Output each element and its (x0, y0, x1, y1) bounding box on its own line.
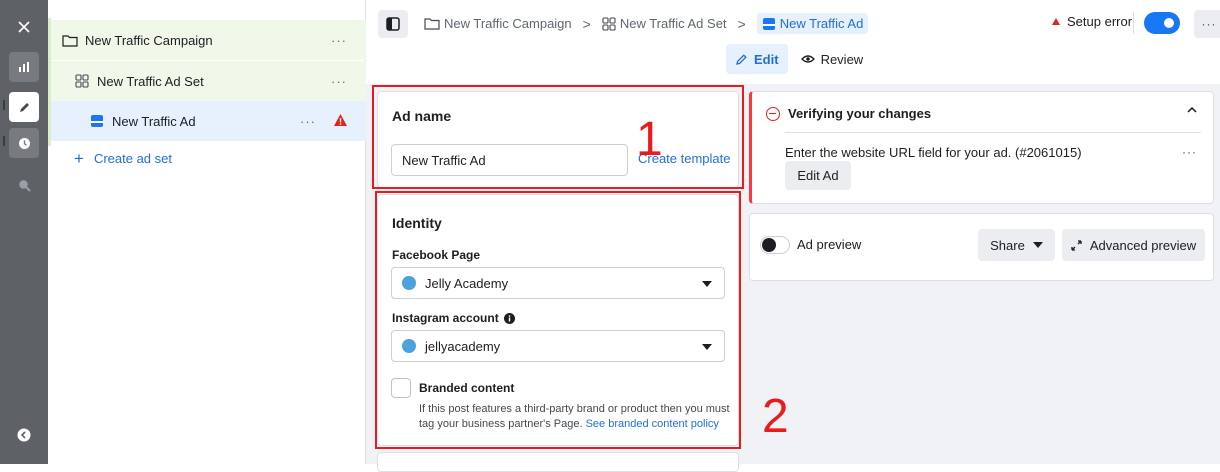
folder-icon (424, 17, 440, 30)
publish-toggle[interactable] (1144, 12, 1180, 34)
pencil-icon (735, 53, 748, 66)
ad-icon (88, 112, 106, 130)
verification-panel: Verifying your changes Enter the website… (749, 91, 1214, 204)
more-options-button[interactable]: ··· (1194, 10, 1220, 38)
tab-label: Edit (754, 51, 779, 67)
overview-chart-icon[interactable] (9, 52, 39, 82)
history-clock-icon[interactable] (9, 128, 39, 158)
more-options-icon[interactable]: ··· (331, 74, 347, 89)
grid-adset-icon (73, 72, 91, 90)
sidebar-toggle-button[interactable] (378, 10, 408, 38)
grid-adset-icon (602, 16, 616, 31)
setup-error-label: Setup error (1067, 14, 1133, 29)
share-button[interactable]: Share (978, 229, 1055, 261)
warning-icon (333, 113, 348, 127)
tree-item-campaign[interactable]: New Traffic Campaign ··· (51, 20, 366, 60)
tab-label: Review (820, 51, 864, 67)
chevron-right-icon: > (737, 15, 746, 32)
verification-message: Enter the website URL field for your ad.… (785, 145, 1082, 160)
more-options-icon[interactable]: ··· (300, 114, 316, 129)
ad-preview-panel: Ad preview Share Advanced preview (749, 213, 1214, 281)
mode-tabs: Edit Review (726, 44, 876, 74)
rail-handle-2 (3, 136, 5, 146)
share-label: Share (990, 237, 1025, 253)
tree-item-ad[interactable]: New Traffic Ad ··· (51, 101, 366, 141)
warning-triangle-icon (1052, 18, 1060, 25)
ad-preview-label: Ad preview (797, 237, 862, 252)
rail-resize-handle[interactable] (3, 100, 5, 110)
campaign-tree-panel: New Traffic Campaign ··· New Traffic Ad … (48, 0, 366, 464)
create-adset-label: Create ad set (93, 151, 172, 166)
edit-ad-button[interactable]: Edit Ad (785, 161, 851, 190)
more-options-icon[interactable]: ··· (331, 33, 347, 48)
plus-icon: + (74, 149, 84, 168)
breadcrumb: New Traffic Campaign > New Traffic Ad Se… (424, 13, 869, 34)
top-bar: New Traffic Campaign > New Traffic Ad Se… (366, 0, 1220, 84)
tree-item-adset[interactable]: New Traffic Ad Set ··· (51, 61, 366, 101)
next-section-card (377, 452, 739, 472)
annotation-box-1 (372, 85, 744, 189)
folder-icon (61, 31, 79, 49)
search-zoom-icon[interactable] (9, 170, 39, 200)
breadcrumb-ad[interactable]: New Traffic Ad (756, 13, 869, 34)
annotation-number-2: 2 (762, 390, 789, 443)
tree-item-label: New Traffic Ad (112, 113, 196, 129)
more-options-icon[interactable]: ··· (1182, 145, 1197, 159)
annotation-number-1: 1 (636, 113, 663, 166)
eye-icon (800, 54, 815, 64)
chevron-down-icon (1032, 242, 1043, 248)
advanced-preview-label: Advanced preview (1089, 237, 1197, 253)
verification-title-text: Verifying your changes (788, 106, 932, 121)
divider (1133, 12, 1134, 34)
chevron-right-icon: > (582, 15, 591, 32)
expand-arrows-icon (1071, 239, 1082, 251)
sidebar-toggle-icon (386, 17, 400, 31)
tab-review[interactable]: Review (792, 44, 873, 74)
breadcrumb-campaign[interactable]: New Traffic Campaign (424, 16, 572, 31)
error-minus-icon (766, 106, 780, 121)
ad-icon (762, 17, 776, 31)
breadcrumb-label: New Traffic Campaign (444, 16, 572, 31)
close-icon[interactable] (9, 12, 39, 42)
tab-edit[interactable]: Edit (726, 44, 788, 74)
advanced-preview-button[interactable]: Advanced preview (1062, 229, 1205, 261)
left-rail (0, 0, 48, 464)
divider (785, 132, 1201, 133)
edit-pencil-icon[interactable] (9, 92, 39, 122)
breadcrumb-label: New Traffic Ad Set (619, 16, 727, 31)
verification-title: Verifying your changes (766, 106, 931, 121)
collapse-chevron-icon[interactable] (9, 420, 39, 450)
create-adset-link[interactable]: + Create ad set (74, 150, 172, 167)
breadcrumb-adset[interactable]: New Traffic Ad Set (602, 16, 727, 31)
annotation-box-2 (375, 191, 741, 449)
breadcrumb-label: New Traffic Ad (779, 16, 864, 31)
setup-error-status[interactable]: Setup error (1052, 14, 1132, 29)
ad-preview-toggle[interactable] (760, 236, 790, 254)
tree-item-label: New Traffic Ad Set (97, 73, 204, 89)
tree-item-label: New Traffic Campaign (85, 32, 213, 48)
chevron-up-icon[interactable] (1187, 107, 1197, 113)
